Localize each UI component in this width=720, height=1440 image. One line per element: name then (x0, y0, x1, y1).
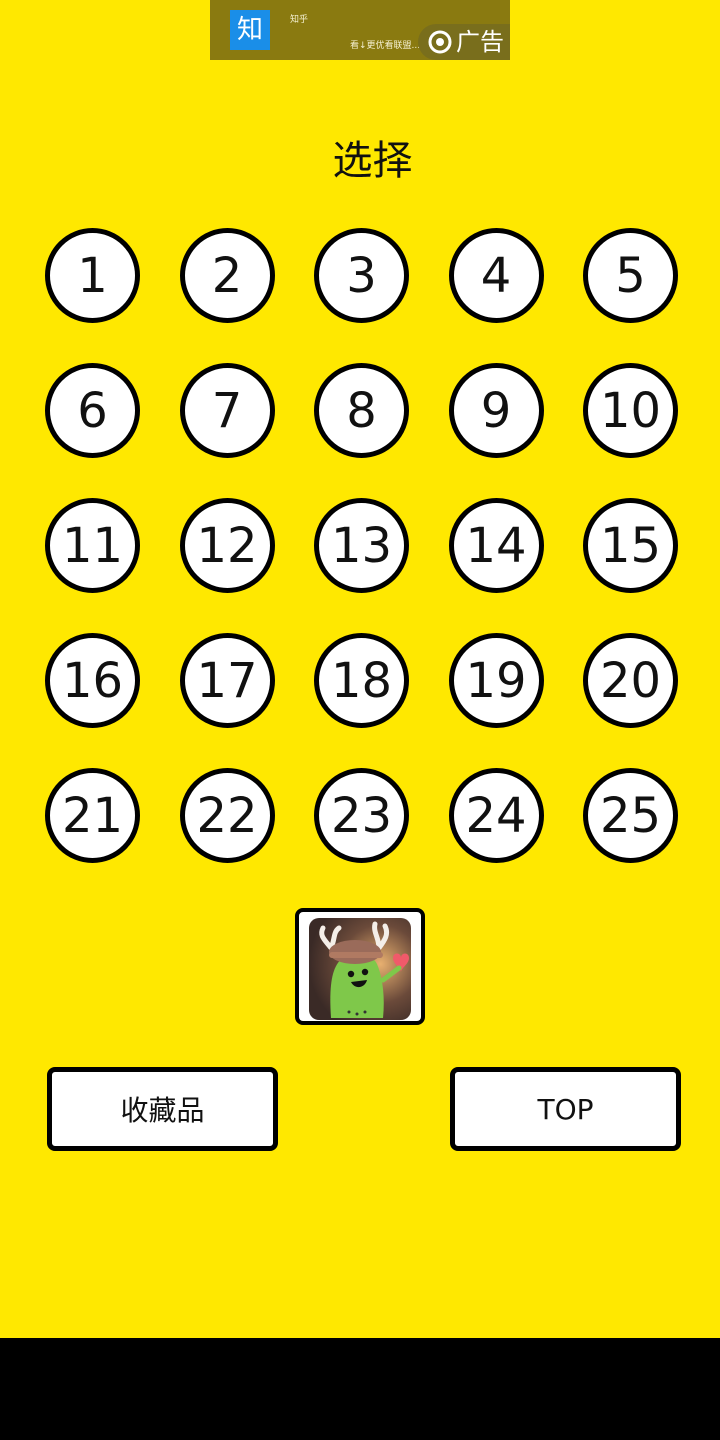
ad-close-icon (428, 30, 452, 54)
level-button-11[interactable]: 11 (45, 498, 140, 593)
level-button-2[interactable]: 2 (179, 228, 275, 323)
ad-app-logo: 知 (230, 10, 270, 50)
level-button-15[interactable]: 15 (583, 498, 678, 593)
ad-badge[interactable]: 广告 (418, 24, 510, 60)
level-select-screen: 知 知乎 看↓更优看联盟... 广告 选择 1 2 3 4 5 6 7 8 9 … (0, 0, 720, 1338)
level-button-16[interactable]: 16 (45, 633, 140, 728)
system-nav-bar (0, 1338, 720, 1440)
ad-badge-label: 广告 (456, 28, 504, 56)
level-button-4[interactable]: 4 (448, 228, 544, 323)
green-character-icon (309, 918, 411, 1020)
page-title: 选择 (332, 138, 413, 184)
level-button-20[interactable]: 20 (583, 633, 678, 728)
level-button-21[interactable]: 21 (45, 768, 140, 863)
level-button-13[interactable]: 13 (314, 498, 409, 593)
level-button-17[interactable]: 17 (179, 633, 275, 728)
character-card[interactable] (295, 908, 425, 1025)
level-button-3[interactable]: 3 (314, 228, 409, 323)
level-button-6[interactable]: 6 (45, 363, 140, 458)
level-button-24[interactable]: 24 (448, 768, 544, 863)
top-button[interactable]: TOP (450, 1067, 681, 1151)
level-button-10[interactable]: 10 (583, 363, 678, 458)
level-button-14[interactable]: 14 (448, 498, 544, 593)
level-button-18[interactable]: 18 (314, 633, 409, 728)
level-button-23[interactable]: 23 (314, 768, 409, 863)
level-button-8[interactable]: 8 (314, 363, 409, 458)
ad-banner[interactable]: 知 知乎 看↓更优看联盟... 广告 (210, 0, 510, 60)
collection-button[interactable]: 收藏品 (47, 1067, 278, 1151)
ad-app-name: 知乎 (290, 15, 309, 25)
level-button-7[interactable]: 7 (179, 363, 275, 458)
level-button-22[interactable]: 22 (179, 768, 275, 863)
level-grid: 1 2 3 4 5 6 7 8 9 10 11 12 13 14 15 16 1… (45, 228, 685, 863)
level-button-19[interactable]: 19 (448, 633, 544, 728)
level-button-12[interactable]: 12 (179, 498, 275, 593)
level-button-9[interactable]: 9 (448, 363, 544, 458)
level-button-5[interactable]: 5 (583, 228, 678, 323)
level-button-1[interactable]: 1 (45, 228, 140, 323)
level-button-25[interactable]: 25 (583, 768, 678, 863)
